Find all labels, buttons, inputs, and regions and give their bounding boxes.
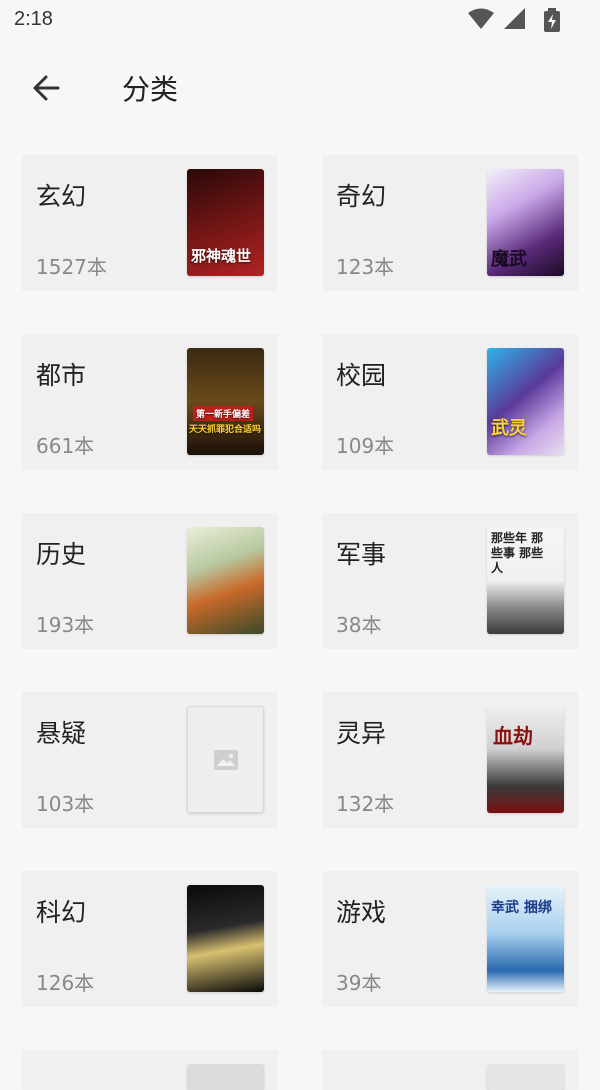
page-title: 分类 — [122, 73, 179, 106]
category-card-xuanhuan[interactable]: 玄幻 1527本 邪神魂世 — [22, 155, 278, 291]
status-bar: 2:18 — [0, 0, 600, 40]
category-name: 游戏 — [336, 898, 387, 927]
category-card-xuanyi[interactable]: 悬疑 103本 — [22, 692, 278, 828]
category-card-partial[interactable] — [322, 1050, 578, 1090]
book-cover-placeholder — [187, 706, 264, 813]
back-button[interactable] — [22, 66, 70, 110]
category-name: 都市 — [36, 361, 87, 390]
cover-title: 武灵 — [491, 418, 527, 439]
cell-signal-icon — [504, 8, 525, 29]
category-count: 661本 — [36, 434, 95, 458]
category-count: 193本 — [36, 613, 95, 637]
app-bar: 分类 — [0, 52, 600, 122]
category-name: 历史 — [36, 540, 87, 569]
category-count: 38本 — [336, 613, 382, 637]
category-count: 132本 — [336, 792, 395, 816]
cover-title: 邪神魂世 — [191, 247, 252, 265]
book-cover — [187, 1064, 264, 1090]
wifi-icon — [468, 8, 494, 29]
category-count: 1527本 — [36, 255, 107, 279]
book-cover — [487, 1064, 564, 1090]
book-cover: 那些年 那些事 那些人 — [487, 527, 564, 634]
battery-charging-icon — [544, 8, 560, 32]
category-name: 校园 — [336, 361, 387, 390]
status-time: 2:18 — [14, 8, 53, 30]
book-cover: 幸武 捆绑 — [487, 885, 564, 992]
category-count: 103本 — [36, 792, 95, 816]
category-card-dushi[interactable]: 都市 661本 第一新手偏差 天天抓罪犯合适吗 — [22, 334, 278, 470]
cover-title: 血劫 — [493, 724, 533, 748]
book-cover: 邪神魂世 — [187, 169, 264, 276]
category-count: 123本 — [336, 255, 395, 279]
book-cover: 第一新手偏差 天天抓罪犯合适吗 — [187, 348, 264, 455]
book-cover: 魔武 — [487, 169, 564, 276]
book-cover — [187, 527, 264, 634]
book-cover: 血劫 — [487, 706, 564, 813]
category-name: 奇幻 — [336, 182, 387, 211]
cover-title: 天天抓罪犯合适吗 — [189, 425, 262, 435]
cover-banner: 第一新手偏差 — [193, 406, 254, 421]
category-card-lingyi[interactable]: 灵异 132本 血劫 — [322, 692, 578, 828]
cover-title: 那些年 那些事 那些人 — [491, 531, 544, 575]
category-count: 109本 — [336, 434, 395, 458]
book-cover: 武灵 — [487, 348, 564, 455]
category-card-qihuan[interactable]: 奇幻 123本 魔武 — [322, 155, 578, 291]
category-count: 126本 — [36, 971, 95, 995]
category-name: 悬疑 — [36, 719, 87, 748]
cover-title: 幸武 捆绑 — [491, 900, 552, 916]
category-name: 玄幻 — [36, 182, 87, 211]
image-placeholder-icon — [214, 750, 238, 770]
category-name: 灵异 — [336, 719, 387, 748]
cover-title: 魔武 — [491, 249, 527, 270]
category-card-lishi[interactable]: 历史 193本 — [22, 513, 278, 649]
category-card-junshi[interactable]: 军事 38本 那些年 那些事 那些人 — [322, 513, 578, 649]
category-count: 39本 — [336, 971, 382, 995]
category-card-partial[interactable] — [22, 1050, 278, 1090]
book-cover — [187, 885, 264, 992]
category-card-youxi[interactable]: 游戏 39本 幸武 捆绑 — [322, 871, 578, 1007]
category-name: 军事 — [336, 540, 387, 569]
category-card-xiaoyuan[interactable]: 校园 109本 武灵 — [322, 334, 578, 470]
category-card-kehuan[interactable]: 科幻 126本 — [22, 871, 278, 1007]
category-name: 科幻 — [36, 898, 87, 927]
arrow-left-icon — [33, 75, 60, 101]
